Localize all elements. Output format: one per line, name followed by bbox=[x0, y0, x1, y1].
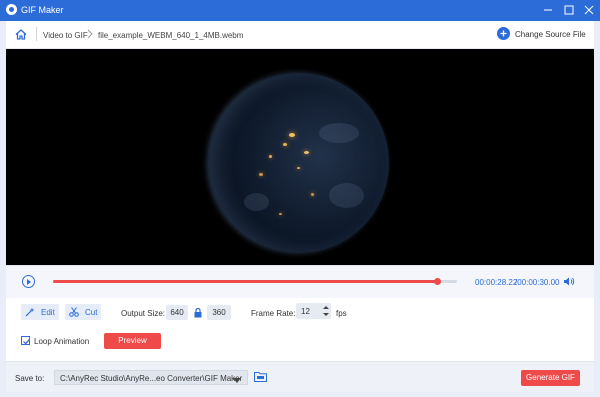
video-preview[interactable] bbox=[6, 49, 594, 265]
total-time: /00:00:30.00 bbox=[515, 278, 560, 287]
height-input[interactable]: 360 bbox=[207, 305, 231, 320]
frame-rate-value: 12 bbox=[301, 307, 310, 316]
magic-wand-icon bbox=[25, 307, 35, 317]
frame-rate-label: Frame Rate: bbox=[251, 309, 296, 318]
spin-arrows-icon[interactable] bbox=[322, 304, 330, 318]
earth-image bbox=[209, 73, 389, 253]
volume-icon[interactable] bbox=[563, 276, 575, 287]
folder-icon[interactable] bbox=[254, 371, 267, 382]
save-path-select[interactable]: C:\AnyRec Studio\AnyRe...eo Converter\GI… bbox=[54, 370, 248, 385]
edit-label: Edit bbox=[41, 308, 55, 317]
title-bar: GIF Maker bbox=[0, 0, 600, 21]
maximize-button[interactable] bbox=[562, 3, 576, 17]
output-size-label: Output Size: bbox=[121, 309, 166, 318]
minimize-button[interactable] bbox=[541, 3, 555, 17]
home-icon[interactable] bbox=[15, 29, 27, 40]
plus-icon bbox=[497, 27, 510, 40]
edit-button[interactable]: Edit bbox=[21, 304, 59, 320]
progress-fill bbox=[53, 280, 437, 283]
breadcrumb-divider bbox=[36, 27, 37, 41]
scissors-icon bbox=[69, 307, 79, 317]
preview-button[interactable]: Preview bbox=[104, 333, 161, 349]
cut-button[interactable]: Cut bbox=[65, 304, 101, 320]
generate-gif-button[interactable]: Generate GIF bbox=[521, 370, 580, 386]
current-time: 00:00:28.22 bbox=[475, 278, 518, 287]
fps-unit: fps bbox=[336, 309, 347, 318]
frame-rate-stepper[interactable]: 12 bbox=[296, 303, 331, 319]
loop-row: Loop Animation Preview bbox=[6, 328, 594, 354]
lock-icon[interactable] bbox=[194, 307, 202, 318]
main-panel: Video to GIF file_example_WEBM_640_1_4MB… bbox=[6, 21, 594, 391]
breadcrumb-file: file_example_WEBM_640_1_4MB.webm bbox=[98, 31, 244, 40]
app-logo-icon bbox=[6, 4, 17, 15]
playback-bar: 00:00:28.22 /00:00:30.00 bbox=[6, 265, 594, 298]
chevron-right-icon bbox=[86, 29, 94, 39]
output-options: Edit Cut Output Size: 640 360 Frame Rate… bbox=[6, 298, 594, 328]
progress-slider[interactable] bbox=[53, 278, 457, 285]
change-source-label: Change Source File bbox=[515, 30, 586, 39]
breadcrumb: Video to GIF file_example_WEBM_640_1_4MB… bbox=[6, 21, 594, 49]
cut-label: Cut bbox=[85, 308, 98, 317]
loop-animation-label[interactable]: Loop Animation bbox=[34, 337, 89, 346]
save-to-label: Save to: bbox=[15, 374, 45, 383]
progress-handle[interactable] bbox=[433, 278, 441, 285]
save-path-value: C:\AnyRec Studio\AnyRe...eo Converter\GI… bbox=[60, 374, 243, 383]
save-bar: Save to: C:\AnyRec Studio\AnyRe...eo Con… bbox=[6, 361, 594, 392]
chevron-down-icon[interactable] bbox=[233, 376, 241, 383]
breadcrumb-section[interactable]: Video to GIF bbox=[43, 31, 88, 40]
width-input[interactable]: 640 bbox=[166, 305, 188, 320]
loop-checkbox[interactable] bbox=[21, 336, 30, 345]
play-icon[interactable] bbox=[22, 275, 35, 288]
window-title: GIF Maker bbox=[21, 5, 64, 15]
close-button[interactable] bbox=[582, 3, 596, 17]
